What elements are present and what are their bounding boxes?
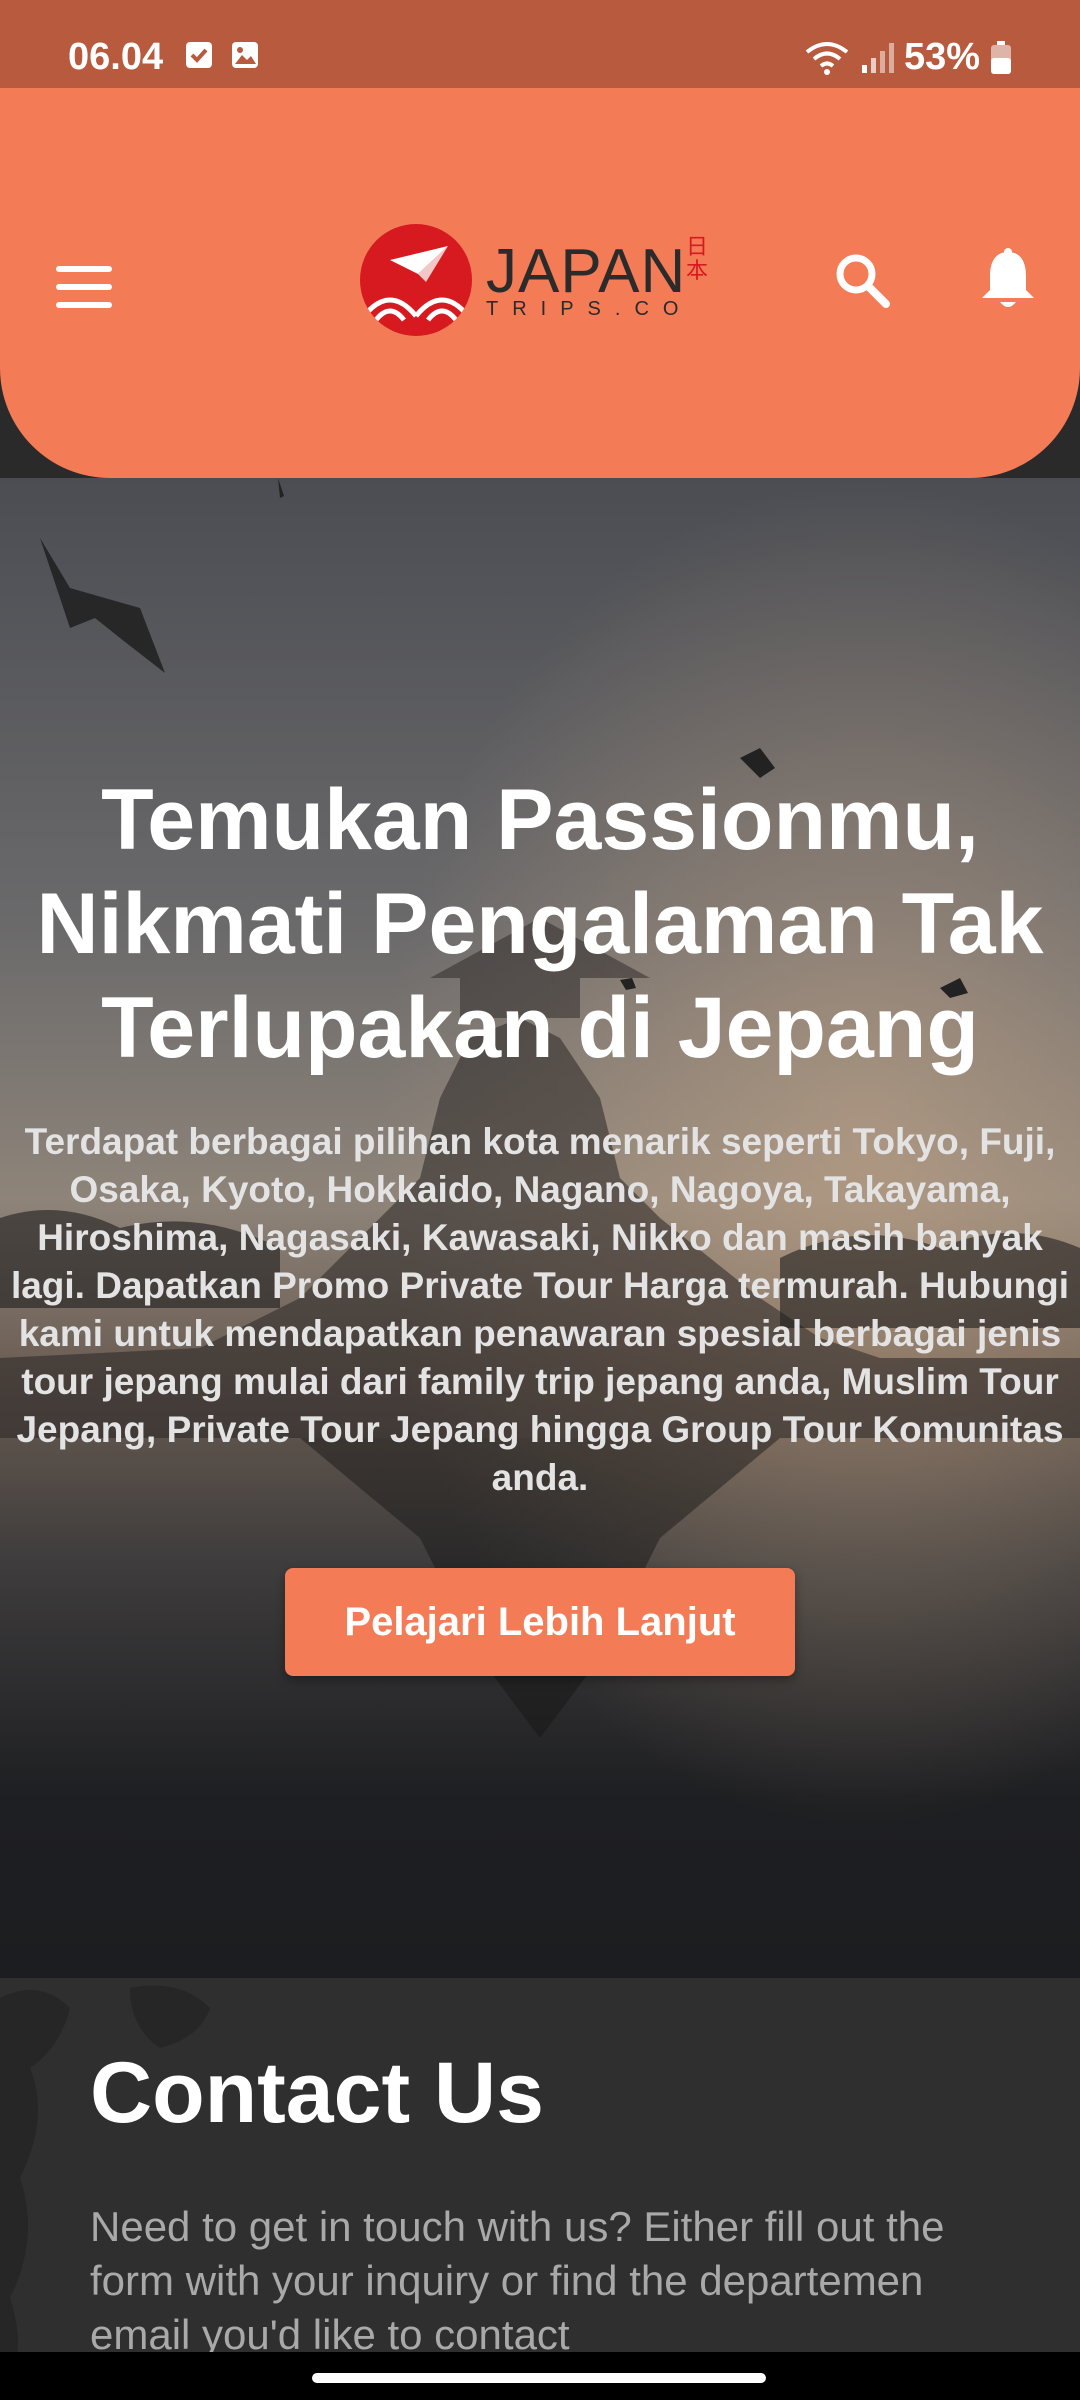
logo-title: JAPAN (486, 237, 687, 306)
logo-emblem-icon (360, 224, 472, 336)
status-right: 53% (804, 36, 1012, 79)
hero-description: Terdapat berbagai pilihan kota menarik s… (10, 1121, 1070, 1498)
home-gesture-handle[interactable] (312, 2373, 766, 2383)
wifi-icon (805, 41, 849, 75)
bell-icon[interactable] (978, 248, 1038, 314)
signal-icon (861, 42, 894, 73)
hero-title: Temukan Passionmu, Nikmati Pengalaman Ta… (36, 772, 1044, 1076)
japantrips-logo[interactable]: JAPAN TRIPS.CO 日本 (360, 224, 708, 336)
checkbox-notification-icon (186, 42, 212, 68)
status-bar: 06.04 53% (0, 0, 1080, 88)
hamburger-menu-icon[interactable] (56, 266, 112, 310)
search-icon[interactable] (832, 250, 892, 310)
hero-section: Temukan Passionmu, Nikmati Pengalaman Ta… (0, 478, 1080, 1978)
app-header: JAPAN TRIPS.CO 日本 (0, 88, 1080, 478)
logo-kanji: 日本 (686, 234, 709, 283)
contact-description: Need to get in touch with us? Either fil… (90, 2203, 945, 2358)
contact-section: Contact Us Need to get in touch with us?… (0, 1978, 1080, 2400)
battery-icon (991, 40, 1011, 74)
image-notification-icon (232, 42, 258, 68)
logo-subtitle: TRIPS.CO (486, 298, 693, 320)
contact-title: Contact Us (90, 2045, 544, 2141)
battery-percent: 53% (903, 36, 980, 78)
status-time: 06.04 (68, 36, 164, 78)
learn-more-button[interactable]: Pelajari Lebih Lanjut (285, 1568, 795, 1676)
